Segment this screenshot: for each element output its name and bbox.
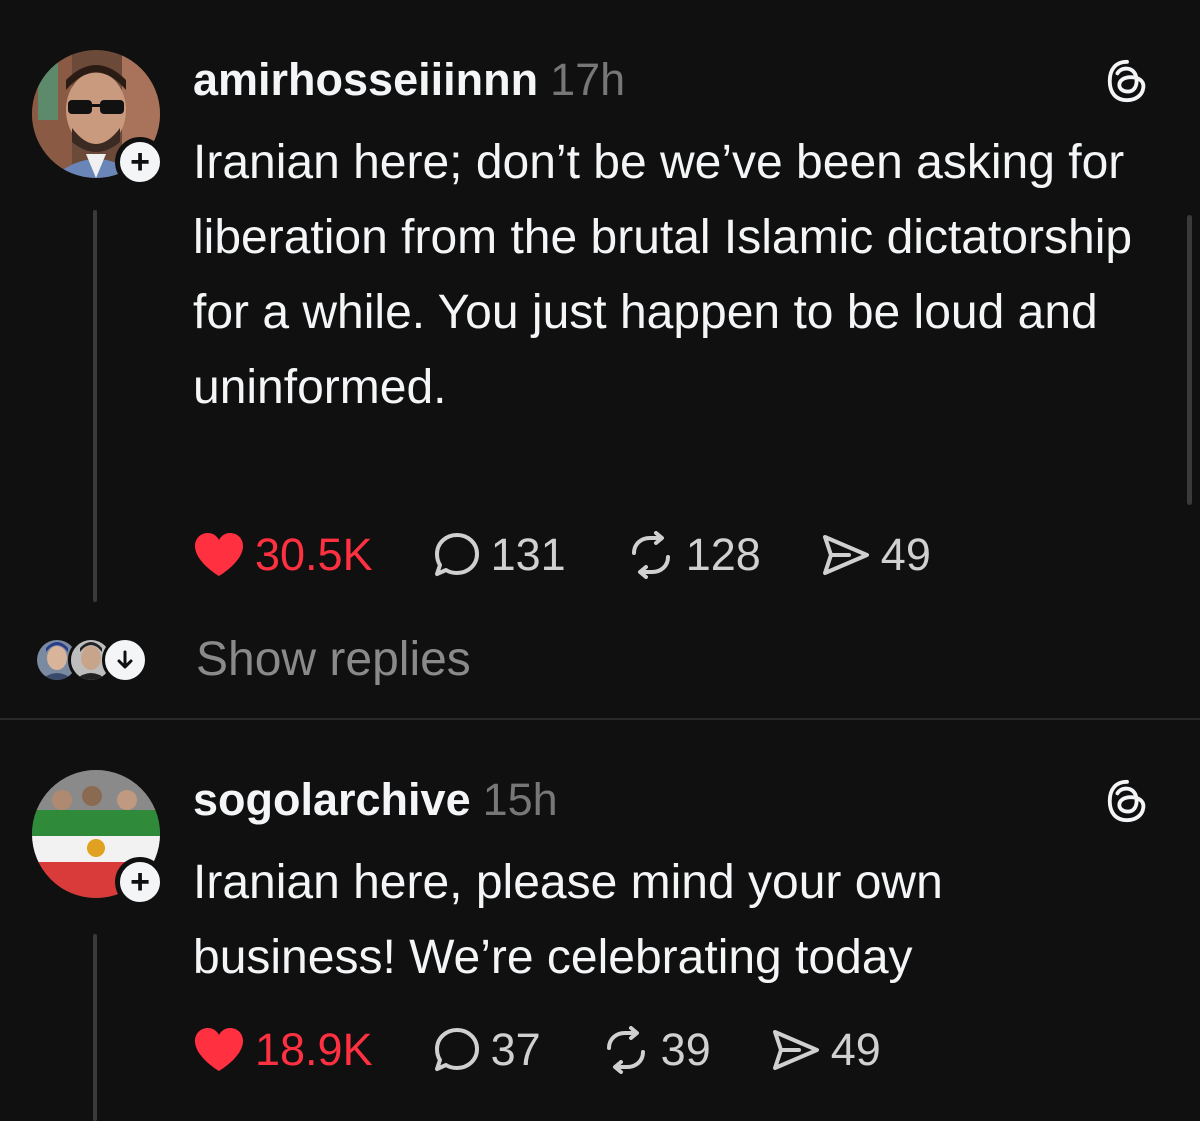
repost-count: 39 xyxy=(660,1024,711,1075)
threads-logo-icon[interactable] xyxy=(1104,58,1150,104)
arrow-down-icon xyxy=(102,637,148,683)
timestamp: 17h xyxy=(550,54,626,105)
like-button[interactable]: 30.5K xyxy=(193,529,373,581)
share-count: 49 xyxy=(830,1024,881,1075)
comment-button[interactable]: 37 xyxy=(433,1024,541,1076)
reply-count: 131 xyxy=(490,529,566,580)
repost-icon xyxy=(631,531,670,579)
like-button[interactable]: 18.9K xyxy=(193,1024,373,1076)
like-count: 18.9K xyxy=(255,1024,373,1075)
scrollbar[interactable] xyxy=(1187,215,1192,505)
threads-feed: + amirhosseiiinnn 17h Iranian here; don’t… xyxy=(0,0,1200,1121)
post-text: Iranian here, please mind your own busin… xyxy=(193,856,943,984)
comment-button[interactable]: 131 xyxy=(433,529,566,581)
comment-icon xyxy=(434,1028,479,1071)
post-header: sogolarchive 15h xyxy=(193,772,558,828)
action-bar: 18.9K 37 39 49 xyxy=(193,1020,941,1080)
post-header: amirhosseiiinnn 17h xyxy=(193,52,625,108)
like-count: 30.5K xyxy=(255,529,373,580)
show-replies-link[interactable]: Show replies xyxy=(196,632,471,688)
repost-button[interactable]: 128 xyxy=(626,529,761,581)
share-count: 49 xyxy=(880,529,931,580)
share-icon xyxy=(772,1030,819,1070)
username[interactable]: sogolarchive xyxy=(193,774,471,825)
timestamp: 15h xyxy=(482,774,558,825)
post-text: Iranian here; don’t be we’ve been asking… xyxy=(193,136,1133,414)
repost-button[interactable]: 39 xyxy=(601,1024,711,1076)
threads-logo-icon[interactable] xyxy=(1104,778,1150,824)
heart-icon xyxy=(195,533,243,576)
follow-plus-icon[interactable]: + xyxy=(115,137,165,187)
post[interactable]: + amirhosseiiinnn 17h Iranian here; don’t… xyxy=(0,0,1200,720)
thread-line xyxy=(93,934,97,1121)
comment-icon xyxy=(434,533,479,576)
post[interactable]: + sogolarchive 15h Iranian here, please m… xyxy=(0,720,1200,1121)
action-bar: 30.5K 131 128 49 xyxy=(193,525,991,585)
heart-icon xyxy=(195,1028,243,1071)
share-button[interactable]: 49 xyxy=(821,529,931,581)
thread-line xyxy=(93,210,97,602)
show-replies-row[interactable]: Show replies xyxy=(34,632,471,688)
reply-count: 37 xyxy=(490,1024,541,1075)
follow-plus-icon[interactable]: + xyxy=(115,857,165,907)
share-button[interactable]: 49 xyxy=(771,1024,881,1076)
repost-count: 128 xyxy=(685,529,761,580)
share-icon xyxy=(822,535,869,575)
username[interactable]: amirhosseiiinnn xyxy=(193,54,538,105)
repost-icon xyxy=(606,1026,645,1074)
